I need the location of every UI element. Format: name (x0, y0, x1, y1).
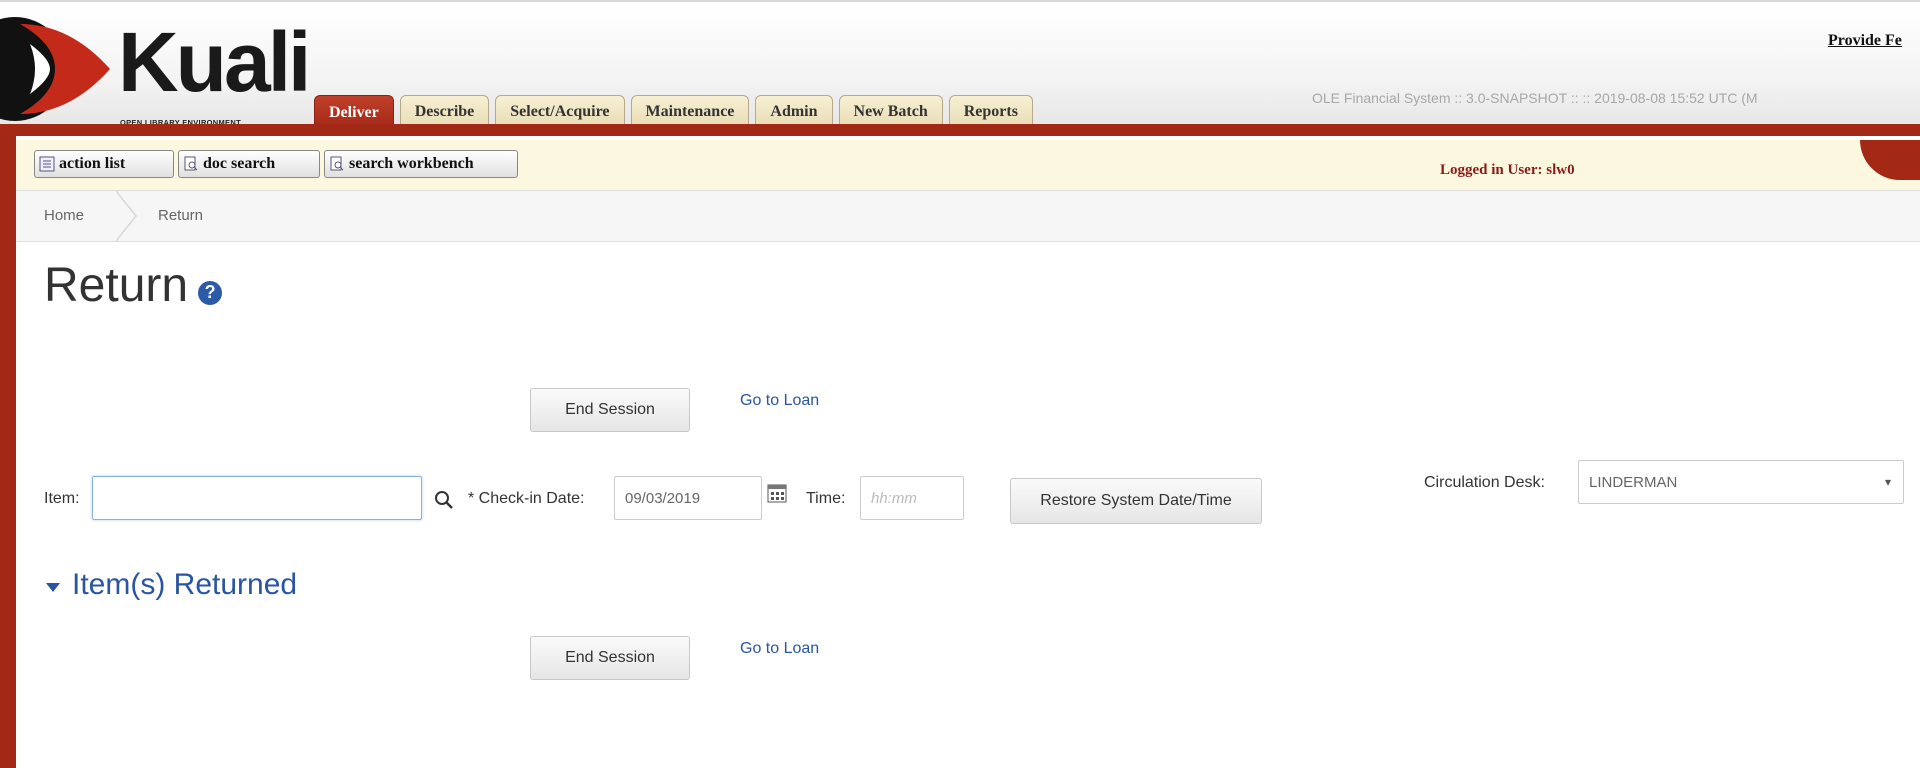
search-icon[interactable] (434, 490, 454, 510)
tab-reports[interactable]: Reports (948, 95, 1033, 127)
system-info: OLE Financial System :: 3.0-SNAPSHOT :: … (1312, 90, 1758, 106)
tab-admin[interactable]: Admin (755, 95, 833, 127)
action-list-icon (39, 156, 55, 172)
provide-feedback-link[interactable]: Provide Fe (1828, 32, 1902, 50)
end-session-button-top[interactable]: End Session (530, 388, 690, 432)
breadcrumb: Home Return (16, 191, 1920, 242)
restore-system-datetime-button[interactable]: Restore System Date/Time (1010, 478, 1262, 524)
action-list-label: action list (59, 155, 126, 172)
circulation-desk-value: LINDERMAN (1589, 473, 1678, 491)
brand-name: Kuali (118, 15, 311, 109)
checkin-date-input[interactable]: 09/03/2019 (614, 476, 762, 520)
kuali-logo-icon (0, 17, 110, 121)
circulation-desk-select[interactable]: LINDERMAN ▾ (1578, 460, 1904, 504)
tab-new-batch[interactable]: New Batch (838, 95, 943, 127)
left-rail (0, 120, 16, 768)
doc-search-button[interactable]: doc search (178, 150, 320, 178)
tab-select-acquire[interactable]: Select/Acquire (495, 95, 625, 127)
toolbar-accent (1860, 140, 1920, 180)
toolbar: action list doc search search workbench … (16, 140, 1920, 191)
header-divider (0, 124, 1920, 136)
time-input[interactable]: hh:mm (860, 476, 964, 520)
go-to-loan-link-top[interactable]: Go to Loan (740, 392, 819, 410)
dropdown-arrow-icon: ▾ (1884, 475, 1891, 489)
search-workbench-label: search workbench (349, 155, 474, 172)
item-label: Item: (44, 490, 80, 507)
end-session-button-bottom[interactable]: End Session (530, 636, 690, 680)
action-list-button[interactable]: action list (34, 150, 174, 178)
breadcrumb-home[interactable]: Home (44, 207, 84, 224)
doc-search-label: doc search (203, 155, 276, 172)
items-returned-title: Item(s) Returned (72, 568, 298, 601)
doc-search-icon (183, 156, 199, 172)
tab-describe[interactable]: Describe (399, 95, 490, 127)
checkin-date-label: * Check-in Date: (468, 490, 585, 507)
circulation-desk-label: Circulation Desk: (1424, 474, 1545, 491)
search-workbench-button[interactable]: search workbench (324, 150, 518, 178)
search-workbench-icon (329, 156, 345, 172)
page-title: Return ? (44, 258, 223, 313)
tab-maintenance[interactable]: Maintenance (630, 95, 750, 127)
app-header: Kuali OPEN LIBRARY ENVIRONMENT Deliver D… (0, 0, 1920, 129)
item-input[interactable] (92, 476, 422, 520)
kuali-logo[interactable]: Kuali OPEN LIBRARY ENVIRONMENT (0, 10, 320, 128)
items-returned-section-header[interactable]: Item(s) Returned (46, 568, 297, 602)
go-to-loan-link-bottom[interactable]: Go to Loan (740, 640, 819, 658)
collapse-triangle-icon (46, 582, 60, 592)
help-icon[interactable]: ? (198, 280, 223, 305)
breadcrumb-separator-icon (115, 191, 137, 241)
logged-in-user: Logged in User: slw0 (1440, 162, 1575, 178)
calendar-icon[interactable] (766, 482, 788, 504)
breadcrumb-current: Return (158, 207, 204, 224)
page-title-text: Return (44, 259, 189, 312)
time-label: Time: (806, 490, 846, 507)
